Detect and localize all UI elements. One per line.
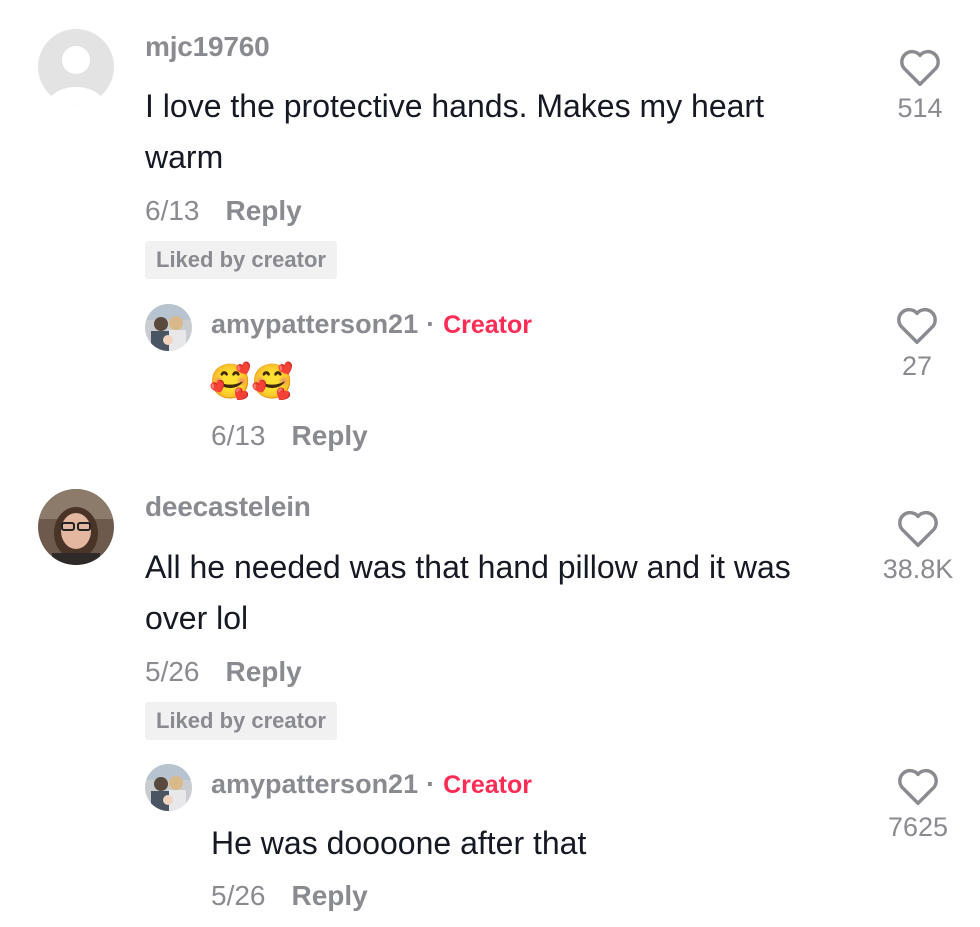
comment-text: All he needed was that hand pillow and i… — [145, 542, 865, 644]
reply-date: 5/26 — [211, 880, 266, 911]
reply-meta: 5/26 Reply — [211, 880, 368, 912]
profile-photo-icon — [145, 764, 192, 811]
reply-text: He was doooone after that — [211, 825, 587, 861]
comment-text: I love the protective hands. Makes my he… — [145, 81, 845, 183]
comment-text-line: warm — [145, 139, 224, 175]
like-count: 38.8K — [882, 554, 954, 584]
separator: · — [426, 309, 436, 339]
profile-photo-icon — [38, 489, 114, 565]
reply-button[interactable]: Reply — [226, 195, 302, 227]
comment-meta: 6/13 Reply — [145, 195, 302, 227]
comment-text-line: All he needed was that hand pillow and i… — [145, 549, 791, 585]
like-button[interactable]: 7625 — [868, 766, 968, 843]
liked-by-creator-badge: Liked by creator — [145, 702, 337, 740]
like-button[interactable]: 27 — [877, 305, 957, 382]
default-avatar-icon — [38, 29, 114, 105]
reply-header: amypatterson21 · Creator — [211, 309, 532, 340]
comment-text-line: over lol — [145, 600, 249, 636]
smiling-face-with-hearts-emoji: 🥰🥰 — [209, 362, 294, 402]
liked-by-creator-badge: Liked by creator — [145, 241, 337, 279]
reply-header: amypatterson21 · Creator — [211, 769, 532, 800]
creator-tag: Creator — [443, 771, 533, 799]
like-button[interactable]: 514 — [880, 47, 960, 124]
comment-meta: 5/26 Reply — [145, 656, 302, 688]
avatar[interactable] — [145, 304, 192, 351]
avatar[interactable] — [38, 489, 114, 565]
avatar[interactable] — [38, 29, 114, 105]
comment-date: 5/26 — [145, 656, 200, 687]
reply-meta: 6/13 Reply — [211, 420, 368, 452]
reply-button[interactable]: Reply — [292, 880, 368, 912]
comment-username[interactable]: deecastelein — [145, 491, 311, 523]
reply-button[interactable]: Reply — [226, 656, 302, 688]
reply-text: 🥰🥰 — [209, 362, 294, 402]
reply-username[interactable]: amypatterson21 — [211, 309, 418, 340]
heart-outline-icon — [898, 510, 938, 547]
reply-date: 6/13 — [211, 420, 266, 451]
separator: · — [426, 769, 436, 799]
heart-outline-icon — [900, 49, 940, 87]
like-count: 27 — [901, 351, 933, 381]
like-count: 514 — [897, 93, 943, 123]
like-button[interactable]: 38.8K — [868, 508, 968, 585]
heart-outline-icon — [897, 307, 937, 344]
avatar[interactable] — [145, 764, 192, 811]
comment-text-line: I love the protective hands. Makes my he… — [145, 88, 764, 124]
reply-username[interactable]: amypatterson21 — [211, 769, 418, 800]
heart-outline-icon — [898, 768, 938, 805]
like-count: 7625 — [887, 812, 949, 842]
creator-tag: Creator — [443, 311, 533, 339]
comment-username[interactable]: mjc19760 — [145, 31, 270, 63]
comment-date: 6/13 — [145, 195, 200, 226]
profile-photo-icon — [145, 304, 192, 351]
reply-button[interactable]: Reply — [292, 420, 368, 452]
